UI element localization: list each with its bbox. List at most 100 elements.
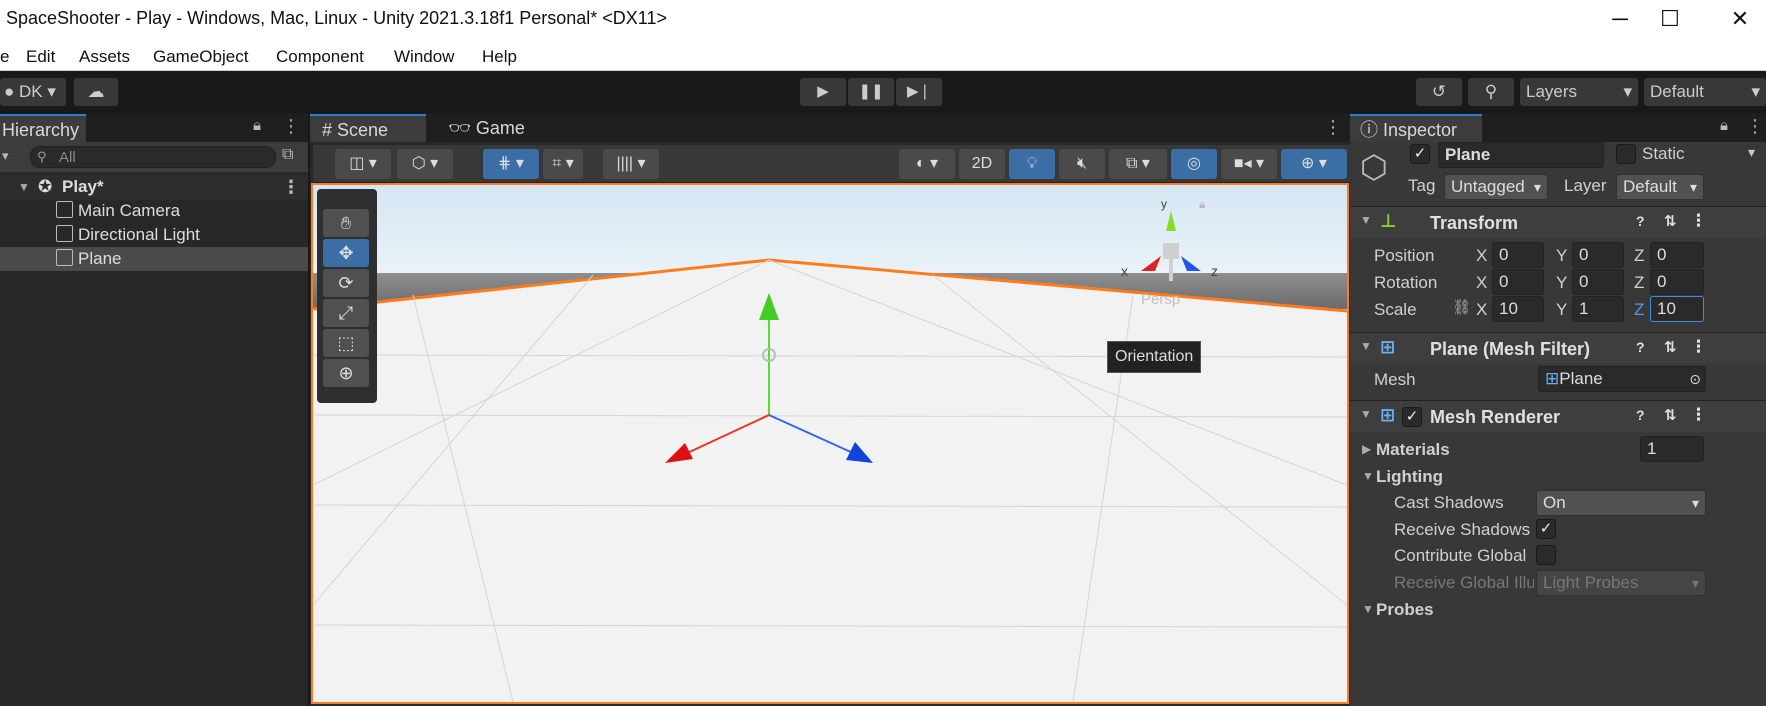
constrain-proportions-icon[interactable]: ⛓ (1452, 298, 1471, 316)
move-tool-icon[interactable]: ✥ (323, 239, 369, 267)
layer-dropdown[interactable]: Default (1616, 174, 1704, 200)
collapse-icon[interactable]: ▼ (1360, 339, 1372, 353)
menu-assets[interactable]: Assets (79, 47, 130, 67)
transform-tool-icon[interactable]: ⊕ (323, 359, 369, 387)
scale-y-field[interactable]: 1 (1572, 296, 1624, 322)
expand-icon[interactable]: ▼ (18, 175, 30, 199)
gizmos-dropdown[interactable]: ⊕ ▾ (1281, 149, 1347, 179)
lighting-icon[interactable]: 💡︎ (1009, 149, 1055, 179)
tab-hierarchy[interactable]: Hierarchy (0, 114, 86, 142)
rotate-tool-icon[interactable]: ⟳ (323, 269, 369, 297)
collapse-icon[interactable]: ▼ (1362, 469, 1374, 483)
audio-mute-icon[interactable]: 🔇︎ (1059, 149, 1105, 179)
probes-label[interactable]: Probes (1376, 600, 1434, 620)
create-dropdown-icon[interactable]: ▾ (2, 148, 9, 164)
hierarchy-scene-row[interactable]: ▼ ✪ Play* ⋮ (0, 175, 308, 199)
collapse-icon[interactable]: ▼ (1362, 602, 1374, 616)
effects-dropdown[interactable]: ⧉ ▾ (1109, 149, 1167, 179)
close-button[interactable]: ✕ (1710, 4, 1766, 34)
increment-snap-button[interactable]: ⌗ ▾ (543, 149, 583, 179)
history-icon[interactable]: ↺ (1416, 78, 1462, 106)
presets-icon[interactable]: ⇅ (1664, 338, 1677, 356)
projection-label[interactable]: Persp (1141, 291, 1180, 308)
menu-help[interactable]: Help (482, 47, 517, 67)
name-field[interactable]: Plane (1438, 142, 1604, 168)
position-x-field[interactable]: 0 (1492, 242, 1544, 268)
tab-game[interactable]: 👓︎ Game (438, 114, 548, 142)
layout-dropdown[interactable]: Default ▾ (1644, 78, 1766, 106)
menu-file[interactable]: e (0, 47, 9, 67)
layers-dropdown[interactable]: Layers ▾ (1520, 78, 1638, 106)
static-checkbox[interactable] (1616, 144, 1636, 164)
mesh-renderer-header[interactable]: ▼ ⊞ ✓ Mesh Renderer ? ⇅ ⋮ (1350, 400, 1766, 432)
lock-icon[interactable]: 🔒︎ (253, 117, 261, 134)
collapse-icon[interactable]: ▼ (1360, 213, 1372, 227)
presets-icon[interactable]: ⇅ (1664, 406, 1677, 424)
snap-settings-dropdown[interactable]: |||| ▾ (603, 149, 659, 179)
cast-shadows-dropdown[interactable]: On (1536, 490, 1706, 516)
menu-window[interactable]: Window (394, 47, 454, 67)
scene-more-icon[interactable]: ⋮ (282, 175, 300, 199)
hand-tool-icon[interactable]: ✋︎ (323, 209, 369, 237)
play-button[interactable]: ▶ (800, 78, 846, 106)
materials-count-field[interactable]: 1 (1640, 436, 1704, 462)
menu-component[interactable]: Component (276, 47, 364, 67)
rotation-z-field[interactable]: 0 (1650, 269, 1704, 295)
mesh-field[interactable]: ⊞Plane ⊙ (1538, 366, 1706, 392)
hierarchy-item-plane[interactable]: Plane (0, 247, 308, 271)
hierarchy-item-directional-light[interactable]: Directional Light (56, 223, 200, 247)
hierarchy-item-main-camera[interactable]: Main Camera (56, 199, 180, 223)
draw-mode-dropdown[interactable]: ◐ ▾ (899, 149, 955, 179)
tool-handle-dropdown[interactable]: ◫ ▾ (335, 149, 391, 179)
grid-snap-toggle[interactable]: ⋕ ▾ (483, 149, 539, 179)
pivot-dropdown[interactable]: ⬡ ▾ (397, 149, 453, 179)
more-icon[interactable]: ⋮ (282, 116, 300, 137)
mesh-filter-header[interactable]: ▼ ⊞ Plane (Mesh Filter) ? ⇅ ⋮ (1350, 332, 1766, 364)
maximize-button[interactable]: ☐ (1640, 4, 1700, 34)
scale-z-field[interactable]: 10 (1650, 296, 1704, 322)
scale-tool-icon[interactable]: ⤢ (323, 299, 369, 327)
transform-header[interactable]: ▼ ⊥ Transform ? ⇅ ⋮ (1350, 206, 1766, 238)
pause-button[interactable]: ❚❚ (848, 78, 894, 106)
lighting-label[interactable]: Lighting (1376, 467, 1443, 487)
expand-icon[interactable]: ▶ (1362, 442, 1371, 456)
mesh-renderer-enabled-checkbox[interactable]: ✓ (1402, 407, 1422, 427)
search-icon[interactable]: ⚲ (1468, 78, 1514, 106)
rotation-y-field[interactable]: 0 (1572, 269, 1624, 295)
object-picker-icon[interactable]: ⊙ (1689, 367, 1701, 391)
collapse-icon[interactable]: ▼ (1360, 407, 1372, 421)
more-icon[interactable]: ⋮ (1746, 116, 1764, 137)
step-button[interactable]: ▶❘ (896, 78, 942, 106)
position-z-field[interactable]: 0 (1650, 242, 1704, 268)
help-icon[interactable]: ? (1636, 407, 1645, 423)
camera-settings-dropdown[interactable]: ■◂ ▾ (1221, 149, 1277, 179)
position-y-field[interactable]: 0 (1572, 242, 1624, 268)
presets-icon[interactable]: ⇅ (1664, 212, 1677, 230)
tab-inspector[interactable]: ⓘ Inspector (1350, 114, 1482, 142)
materials-label[interactable]: Materials (1376, 440, 1450, 460)
component-more-icon[interactable]: ⋮ (1690, 211, 1707, 231)
tag-dropdown[interactable]: Untagged (1444, 174, 1548, 200)
rect-tool-icon[interactable]: ⬚ (323, 329, 369, 357)
hidden-objects-icon[interactable]: ◎ (1171, 149, 1217, 179)
cloud-icon[interactable]: ☁ (74, 78, 118, 106)
gameobject-icon[interactable]: ⬡ (1360, 148, 1388, 186)
scene-more-icon[interactable]: ⋮ (1324, 117, 1342, 138)
scale-x-field[interactable]: 10 (1492, 296, 1544, 322)
2d-toggle[interactable]: 2D (959, 149, 1005, 179)
menu-edit[interactable]: Edit (26, 47, 55, 67)
search-options-icon[interactable]: ⧉ (282, 146, 293, 164)
contribute-global-checkbox[interactable] (1536, 545, 1556, 565)
lock-icon[interactable]: 🔒︎ (1199, 197, 1205, 212)
component-more-icon[interactable]: ⋮ (1690, 337, 1707, 357)
rotation-x-field[interactable]: 0 (1492, 269, 1544, 295)
active-checkbox[interactable]: ✓ (1410, 144, 1430, 164)
lock-icon[interactable]: 🔒︎ (1720, 117, 1728, 134)
help-icon[interactable]: ? (1636, 339, 1645, 355)
scene-viewport[interactable]: ✋︎ ✥ ⟳ ⤢ ⬚ ⊕ y x z 🔒︎ Persp Orientation (311, 183, 1349, 704)
tab-scene[interactable]: # Scene (310, 114, 426, 142)
account-dropdown[interactable]: ● DK ▾ (0, 78, 66, 106)
static-dropdown-icon[interactable]: ▾ (1748, 144, 1755, 161)
hierarchy-search-input[interactable]: ⚲ All (30, 146, 276, 168)
menu-gameobject[interactable]: GameObject (153, 47, 248, 67)
